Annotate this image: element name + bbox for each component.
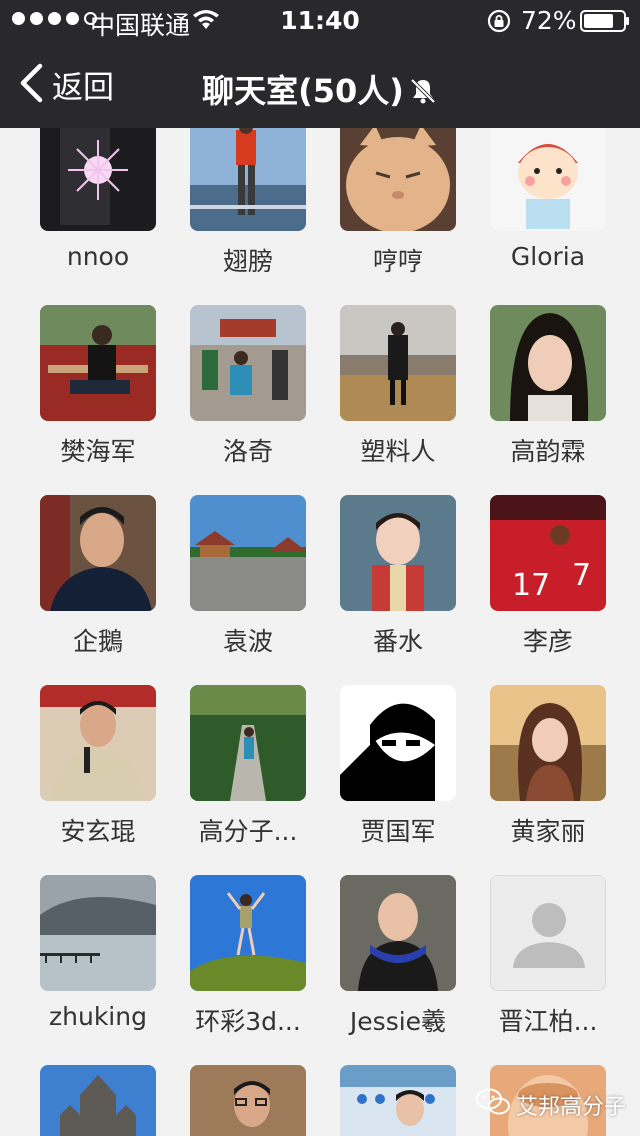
avatar [340,305,456,421]
avatar [490,685,606,801]
member-name: 晋江柏... [498,1007,598,1036]
member-name: Gloria [510,242,586,271]
avatar [40,115,156,231]
svg-text:17: 17 [512,568,550,603]
member-name: 塑料人 [360,437,436,466]
avatar [340,875,456,991]
avatar [40,1065,156,1136]
orientation-lock-icon [486,8,512,40]
avatar [190,115,306,231]
member-name: 贾国军 [360,817,436,846]
avatar [190,685,306,801]
svg-text:7: 7 [572,558,591,593]
avatar [40,495,156,611]
mute-bell-icon [408,76,438,114]
status-bar: 中国联通 11:40 72% [0,0,640,40]
member-name: 环彩3d... [195,1007,301,1036]
avatar [490,305,606,421]
battery-percentage: 72% [521,6,577,35]
member-name: 安玄琨 [60,817,136,846]
member-name: 高分子... [198,817,298,846]
member-name: Jessie羲 [349,1007,447,1036]
wechat-logo-icon [476,1088,516,1122]
top-bar: 中国联通 11:40 72% 返回 聊天室(50人) [0,0,640,128]
member-name: 樊海军 [60,437,136,466]
default-avatar-icon [490,875,606,991]
battery-icon [580,9,630,32]
page-title-text: 聊天室(50人) [202,72,404,110]
page-title: 聊天室(50人) [0,66,640,114]
avatar [340,685,456,801]
avatar [340,495,456,611]
avatar [190,1065,306,1136]
member-name: 哼哼 [372,247,423,276]
avatar [340,1065,456,1136]
member-name: 高韵霖 [510,437,586,466]
avatar: 17 7 [490,495,606,611]
avatar [190,305,306,421]
avatar [40,685,156,801]
member-grid: nnoo 翅膀 哼哼 Gloria 樊海军 洛奇 塑料人 高韵霖 企鵝 袁波 番… [0,0,640,1136]
member-name: 翅膀 [222,247,273,276]
member-name: 企鵝 [72,627,123,656]
navigation-bar: 返回 聊天室(50人) [0,40,640,128]
member-name: zhuking [49,1002,147,1031]
avatar [40,875,156,991]
avatar [340,115,456,231]
member-name: nnoo [66,242,130,271]
avatar [490,115,606,231]
watermark: 艾邦高分子 [476,1088,626,1122]
member-name: 袁波 [222,627,273,656]
watermark-text: 艾邦高分子 [516,1095,627,1120]
member-name: 黄家丽 [510,817,586,846]
member-name: 番水 [372,627,423,656]
avatar [40,305,156,421]
member-name: 洛奇 [222,437,273,466]
avatar [190,875,306,991]
member-name: 李彦 [522,627,573,656]
avatar [190,495,306,611]
